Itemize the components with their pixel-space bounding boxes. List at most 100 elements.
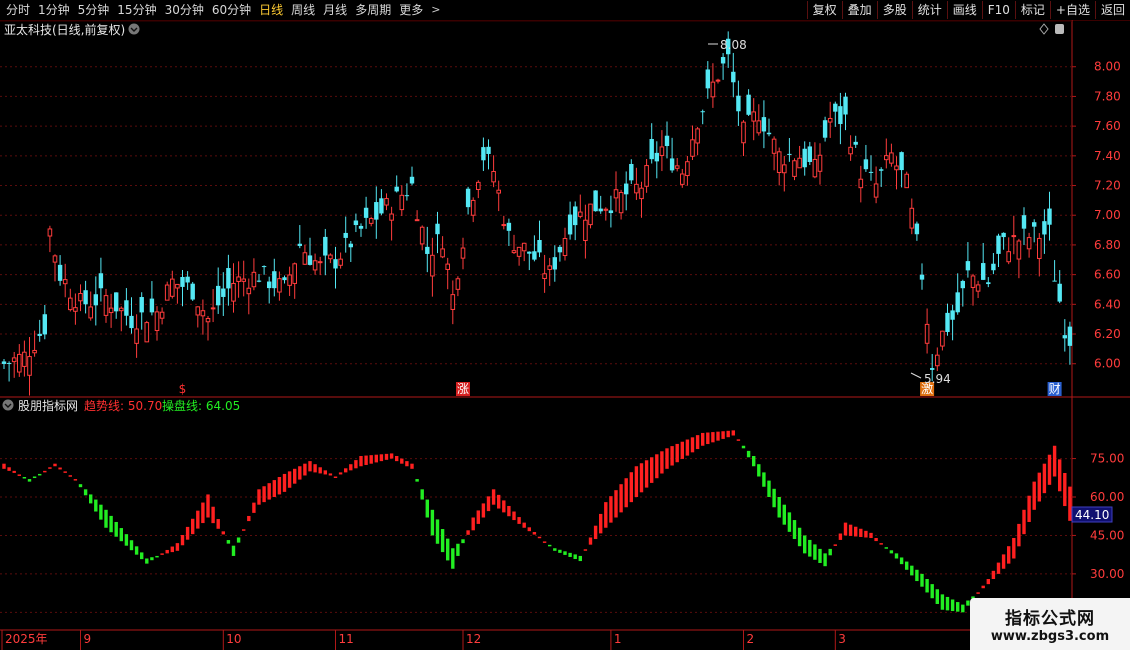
candle — [292, 262, 297, 299]
indicator-bar — [395, 456, 399, 462]
candle — [960, 279, 965, 307]
price-tick-label: 6.40 — [1094, 297, 1121, 311]
indicator-bar — [930, 584, 934, 599]
event-marker[interactable]: 财 — [1047, 382, 1062, 396]
price-high-annotation: 8.08 — [708, 38, 747, 52]
indicator-bar — [405, 461, 409, 467]
candle — [455, 276, 461, 297]
date-tick-label: 1 — [614, 632, 622, 646]
candle — [649, 123, 654, 164]
candle — [460, 237, 466, 270]
square-icon[interactable] — [1055, 24, 1064, 34]
indicator-bar — [155, 555, 159, 558]
price-low-annotation: 5.94 — [910, 372, 951, 386]
chevron-down-icon[interactable] — [128, 23, 140, 35]
indicator-bar — [568, 552, 572, 557]
indicator-tick-label: 75.00 — [1090, 452, 1124, 466]
watermark-url: www.zbgs3.com — [990, 629, 1110, 644]
price-tick-label: 7.20 — [1094, 179, 1121, 193]
candle — [833, 101, 838, 127]
candle — [358, 223, 364, 237]
indicator-bar — [1017, 523, 1021, 547]
indicator-bar — [206, 494, 210, 518]
candle — [761, 100, 767, 149]
candle — [221, 272, 226, 316]
stock-chart-area[interactable]: 6.00 6.20 6.40 6.60 6.80 7.00 7.20 7.40 7.60 7.80… — [0, 0, 1130, 650]
indicator-bar — [354, 460, 358, 469]
candle — [894, 156, 899, 190]
indicator-bar — [578, 555, 582, 562]
indicator-bar — [308, 461, 312, 472]
current-value-tag: 44.10 — [1071, 506, 1113, 523]
indicator-bar — [573, 554, 577, 560]
candle — [945, 303, 950, 336]
event-marker[interactable]: $ — [179, 382, 187, 396]
indicator-bar — [160, 553, 164, 555]
candle — [57, 255, 63, 286]
indicator-bar — [471, 517, 475, 531]
candle — [124, 288, 129, 326]
indicator-bar — [425, 499, 429, 518]
svg-text:$: $ — [179, 382, 187, 396]
indicator-bar — [140, 552, 144, 560]
indicator-bar — [1032, 481, 1036, 510]
candle — [659, 130, 665, 172]
chevron-down-icon[interactable] — [2, 399, 14, 411]
svg-text:财: 财 — [1049, 382, 1061, 396]
candle — [246, 278, 252, 315]
candle — [491, 155, 496, 188]
date-tick-label: 9 — [84, 632, 92, 646]
indicator-bar — [1037, 472, 1041, 502]
diamond-icon[interactable] — [1039, 23, 1049, 35]
indicator-bar — [466, 530, 470, 535]
candle — [389, 206, 394, 241]
candle — [481, 137, 486, 172]
indicator-bar — [680, 441, 684, 459]
indicator-bar — [665, 448, 669, 469]
candle — [858, 165, 864, 203]
candle — [282, 275, 287, 284]
price-tick-label: 6.20 — [1094, 327, 1121, 341]
indicator-bar — [583, 549, 588, 551]
candle — [256, 274, 262, 283]
event-marker[interactable]: 涨 — [456, 381, 470, 396]
candle — [624, 171, 629, 211]
candle — [149, 281, 155, 316]
indicator-bar — [369, 455, 373, 464]
candle — [588, 203, 593, 229]
candle — [899, 151, 904, 188]
candle — [909, 198, 915, 235]
candle — [394, 175, 399, 193]
indicator-bar — [1027, 495, 1031, 522]
candle — [965, 242, 971, 278]
indicator-bar — [344, 468, 348, 473]
candle — [261, 265, 267, 275]
candle — [1011, 215, 1017, 255]
price-axis: 6.00 6.20 6.40 6.60 6.80 7.00 7.20 7.40 7.60 7.80… — [1072, 60, 1121, 371]
candle — [470, 197, 476, 223]
indicator-bar — [440, 529, 445, 553]
candle — [613, 171, 619, 212]
indicator-bar — [532, 532, 537, 535]
indicator-bar — [410, 463, 414, 469]
candle — [654, 141, 659, 179]
price-tick-label: 7.60 — [1094, 119, 1121, 133]
candle — [608, 195, 614, 228]
candle — [129, 297, 134, 334]
indicator-bar — [726, 430, 730, 438]
indicator-bar — [78, 484, 83, 488]
indicator-bar — [945, 596, 950, 611]
candle — [838, 92, 843, 145]
indicator-bar — [435, 519, 440, 544]
indicator-bar — [741, 445, 746, 449]
indicator-bar — [191, 518, 195, 535]
indicator-bar — [1047, 454, 1052, 485]
indicator-bar — [119, 528, 123, 542]
indicator-bar — [848, 524, 853, 536]
indicator-bar — [293, 468, 297, 484]
candle — [797, 145, 802, 169]
price-tick-label: 8.00 — [1094, 60, 1121, 74]
candle — [496, 180, 501, 212]
indicator-title-bar: 股朋指标网 趋势线: 50.70 操盘线: 64.05 — [2, 398, 240, 413]
indicator-bar — [420, 489, 424, 500]
